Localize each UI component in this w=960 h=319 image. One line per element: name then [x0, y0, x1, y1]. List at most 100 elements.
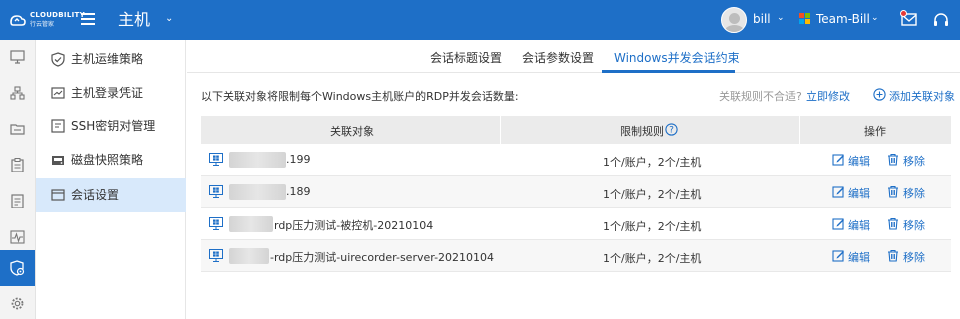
redacted-object-name: [229, 216, 273, 232]
trash-icon: [888, 153, 898, 166]
window-icon: [51, 189, 65, 201]
remove-label: 移除: [903, 187, 925, 200]
edit-icon: [832, 154, 844, 166]
rail-item-topology[interactable]: [0, 76, 35, 112]
description-text: 以下关联对象将限制每个Windows主机账户的RDP并发会话数量:: [201, 90, 519, 103]
cloudbility-logo[interactable]: CLOUDBILITY 行云管家: [8, 8, 85, 32]
team-icon: [799, 13, 811, 25]
add-associated-object-label: 添加关联对象: [889, 90, 955, 103]
submenu-item-disk-snapshot[interactable]: 磁盘快照策略: [36, 143, 186, 177]
trash-icon: [888, 185, 898, 198]
module-title[interactable]: 主机: [118, 10, 150, 30]
submenu-item-label: 磁盘快照策略: [71, 153, 144, 167]
redacted-object-name: [229, 152, 286, 168]
checklist-icon: [11, 194, 24, 208]
tab-bar: 会话标题设置 会话参数设置 Windows并发会话约束: [187, 40, 960, 73]
limit-rule: 1个/账户，2个/主机: [603, 156, 702, 169]
table-row: rdp压力测试-被控机-20210104 1个/账户，2个/主机 编辑 移除: [201, 208, 951, 240]
logo-text: CLOUDBILITY: [30, 11, 85, 19]
object-name: -rdp压力测试-uirecorder-server-20210104: [270, 251, 495, 264]
column-header-actions: 操作: [864, 125, 886, 138]
edit-icon: [832, 186, 844, 198]
column-header-object: 关联对象: [330, 125, 374, 138]
submenu-item-label: 主机运维策略: [71, 52, 144, 66]
submenu-item-label: 会话设置: [71, 188, 120, 202]
table-row: .189 1个/账户，2个/主机 编辑 移除: [201, 176, 951, 208]
remove-label: 移除: [903, 155, 925, 168]
remove-label: 移除: [903, 251, 925, 264]
rail-item-monitor[interactable]: [0, 40, 35, 76]
tab-session-params[interactable]: 会话参数设置: [522, 49, 594, 66]
chevron-down-icon[interactable]: ⌄: [777, 13, 785, 23]
shield-gear-icon: [10, 260, 25, 276]
key-card-icon: [51, 119, 65, 133]
windows-monitor-icon: [209, 185, 223, 198]
edit-label: 编辑: [848, 251, 870, 264]
object-name: .189: [286, 185, 311, 198]
disk-snapshot-icon: [52, 156, 64, 165]
hint-text: 关联规则不合适?: [719, 90, 802, 103]
submenu-item-ssh-keys[interactable]: SSH密钥对管理: [36, 109, 186, 143]
windows-monitor-icon: [209, 153, 223, 166]
edit-label: 编辑: [848, 219, 870, 232]
help-icon[interactable]: ?: [665, 123, 678, 136]
hamburger-menu-icon[interactable]: [81, 13, 95, 25]
tab-session-title[interactable]: 会话标题设置: [430, 49, 502, 66]
chevron-down-icon[interactable]: ⌄: [871, 13, 879, 23]
notification-dot: [900, 10, 907, 17]
logo-subtext: 行云管家: [30, 21, 55, 28]
activity-icon: [10, 230, 25, 244]
user-avatar[interactable]: [721, 7, 747, 33]
folder-icon: [10, 124, 25, 135]
object-name: rdp压力测试-被控机-20210104: [274, 219, 434, 232]
column-separator: [500, 116, 501, 144]
rail-item-folder[interactable]: [0, 112, 35, 148]
monitor-icon: [10, 50, 25, 64]
user-name[interactable]: bill: [753, 12, 771, 26]
windows-monitor-icon: [209, 217, 223, 230]
chevron-down-icon[interactable]: ⌄: [165, 13, 173, 24]
rail-item-checklist[interactable]: [0, 184, 35, 220]
svg-text:?: ?: [669, 126, 674, 136]
trash-icon: [888, 217, 898, 230]
headset-icon[interactable]: [933, 12, 949, 28]
left-icon-rail: [0, 40, 36, 319]
limit-rule: 1个/账户，2个/主机: [603, 220, 702, 233]
edit-label: 编辑: [848, 187, 870, 200]
team-name[interactable]: Team-Bill: [816, 12, 870, 26]
sub-menu: 主机运维策略 主机登录凭证 SSH密钥对管理 磁盘快照策略 会话设置: [36, 40, 186, 319]
edit-label: 编辑: [848, 155, 870, 168]
submenu-item-login-credentials[interactable]: 主机登录凭证: [36, 76, 186, 110]
limit-rule: 1个/账户，2个/主机: [603, 252, 702, 265]
submenu-item-label: 主机登录凭证: [71, 86, 144, 100]
top-bar: CLOUDBILITY 行云管家 主机 ⌄ bill ⌄ Team-Bill ⌄: [0, 0, 960, 40]
submenu-item-ops-policy[interactable]: 主机运维策略: [36, 42, 186, 76]
topology-icon: [10, 86, 25, 100]
remove-label: 移除: [903, 219, 925, 232]
active-tab-indicator: [602, 70, 735, 73]
login-credential-icon: [51, 87, 65, 99]
edit-icon: [832, 218, 844, 230]
windows-monitor-icon: [209, 249, 223, 262]
modify-now-link[interactable]: 立即修改: [806, 88, 850, 104]
redacted-object-name: [229, 248, 269, 264]
trash-icon: [888, 249, 898, 262]
edit-icon: [832, 250, 844, 262]
tab-windows-concurrency[interactable]: Windows并发会话约束: [614, 49, 740, 66]
rail-item-shield-settings[interactable]: [0, 250, 35, 286]
rail-item-clipboard[interactable]: [0, 148, 35, 184]
table-header: 关联对象 限制规则 ? 操作: [201, 116, 951, 144]
limit-rule: 1个/账户，2个/主机: [603, 188, 702, 201]
table-row: .199 1个/账户，2个/主机 编辑 移除: [201, 144, 951, 176]
submenu-item-session-settings[interactable]: 会话设置: [36, 178, 186, 212]
table-row: -rdp压力测试-uirecorder-server-20210104 1个/账…: [201, 240, 951, 272]
plus-circle-icon: [873, 88, 886, 101]
rail-item-settings[interactable]: [0, 286, 35, 319]
column-separator: [799, 116, 800, 144]
object-name: .199: [286, 153, 311, 166]
submenu-item-label: SSH密钥对管理: [71, 119, 156, 133]
clipboard-icon: [11, 158, 24, 172]
shield-check-icon: [51, 52, 65, 67]
main-content: 会话标题设置 会话参数设置 Windows并发会话约束 以下关联对象将限制每个W…: [187, 40, 960, 319]
column-header-rule: 限制规则: [620, 125, 664, 138]
